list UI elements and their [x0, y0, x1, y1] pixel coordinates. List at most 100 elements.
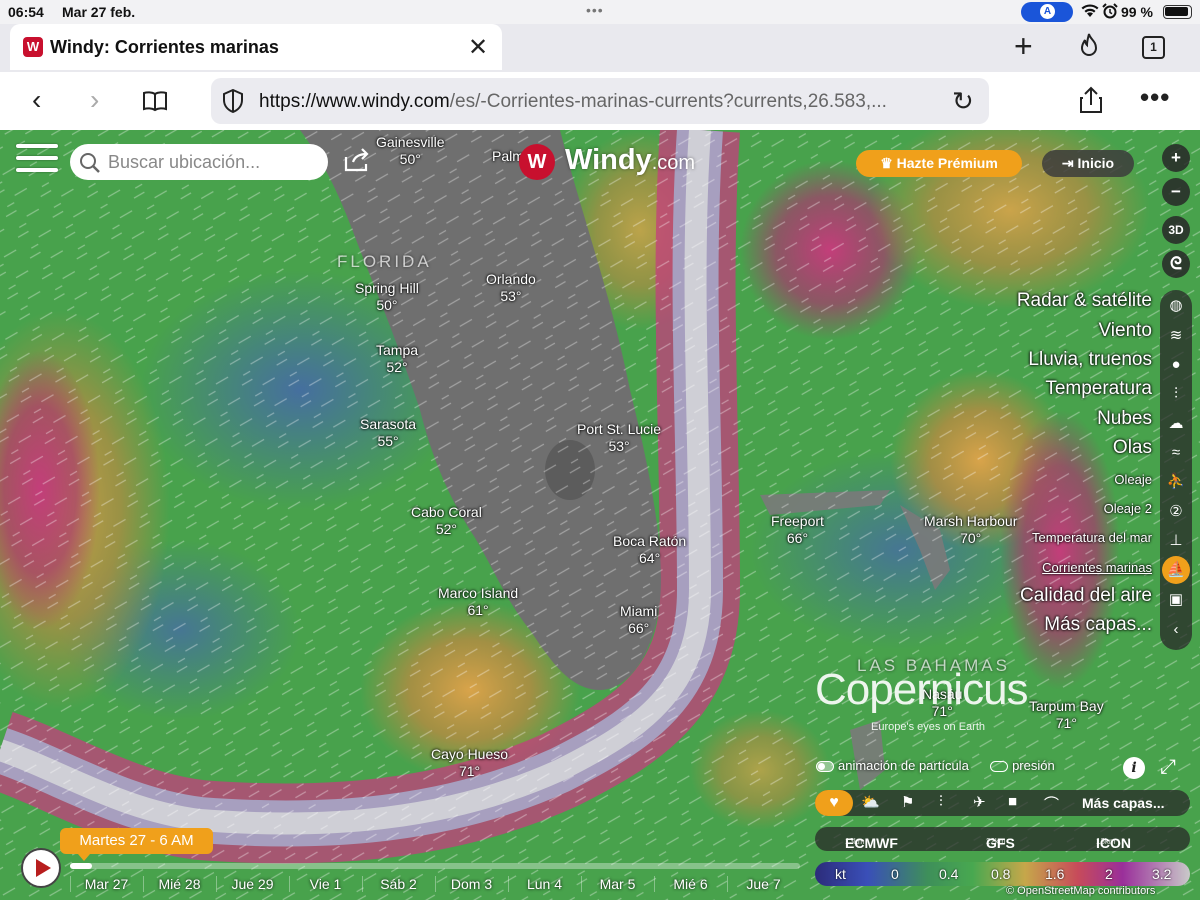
layer-label[interactable]: Más capas...: [1044, 614, 1152, 636]
flag-icon[interactable]: ⚑: [901, 793, 914, 811]
reload-icon[interactable]: ↻: [952, 86, 974, 117]
osm-attribution[interactable]: © OpenStreetMap contributors: [1006, 885, 1155, 897]
info-button[interactable]: i: [1123, 757, 1145, 779]
premium-button[interactable]: ♛ Hazte Prémium: [856, 150, 1022, 177]
city-label[interactable]: Cayo Hueso 71°: [431, 746, 508, 780]
sea-temperature-icon[interactable]: ⊥: [1162, 528, 1190, 554]
favorites-heart-icon[interactable]: ♥: [815, 790, 853, 816]
city-label[interactable]: Boca Ratón 64°: [613, 533, 686, 567]
map-view[interactable]: FLORIDA LAS BAHAMAS Gainesville 50° Palm …: [0, 130, 1200, 900]
swell-2-icon[interactable]: ②: [1162, 499, 1190, 525]
more-options-icon[interactable]: •••: [1140, 82, 1170, 113]
layer-label[interactable]: Calidad del aire: [1020, 585, 1152, 607]
tab-switcher-button[interactable]: 1: [1142, 36, 1165, 59]
color-legend[interactable]: kt 0 0.4 0.8 1.6 2 3.2: [815, 862, 1190, 886]
cloud-icon[interactable]: ☁: [1162, 411, 1190, 437]
timeline-day[interactable]: Jue 29: [216, 876, 288, 892]
browser-tab[interactable]: W Windy: Corrientes marinas ✕: [10, 24, 502, 70]
radiosonde-icon[interactable]: ⌒: [1044, 793, 1059, 814]
currents-icon[interactable]: ⛵: [1162, 556, 1190, 584]
timeline-day[interactable]: Lun 4: [508, 876, 580, 892]
3d-button[interactable]: 3D: [1162, 216, 1190, 244]
swimmer-icon[interactable]: ⛹: [1162, 469, 1190, 495]
city-label[interactable]: Marsh Harbour 70°: [924, 513, 1017, 547]
city-label[interactable]: Tarpum Bay 71°: [1029, 698, 1104, 732]
timeline-day[interactable]: Mié 28: [143, 876, 215, 892]
timeline-day[interactable]: Jue 7: [727, 876, 799, 892]
fullscreen-icon[interactable]: ⤢: [1160, 756, 1176, 779]
new-tab-icon[interactable]: +: [1014, 28, 1033, 65]
layer-label[interactable]: Viento: [1098, 320, 1152, 342]
weather-icon[interactable]: ⛅: [861, 793, 880, 811]
layer-label[interactable]: Temperatura: [1045, 378, 1152, 400]
search-placeholder: Buscar ubicación...: [108, 152, 261, 172]
wind-icon[interactable]: ≋: [1162, 323, 1190, 349]
layer-label[interactable]: Lluvia, truenos: [1028, 349, 1152, 371]
model-ecmwf[interactable]: ECMWF 13km: [845, 831, 898, 851]
close-tab-icon[interactable]: ✕: [468, 33, 488, 62]
chevron-left-icon[interactable]: ‹: [1162, 617, 1190, 643]
back-icon[interactable]: ‹: [32, 84, 41, 116]
url-text: https://www.windy.com/es/-Corrientes-mar…: [259, 91, 949, 113]
thermometer-icon[interactable]: ⫶: [939, 793, 943, 810]
timeline-day[interactable]: Vie 1: [289, 876, 361, 892]
menu-icon[interactable]: [16, 144, 58, 178]
thermometer-icon[interactable]: ⫶: [1162, 381, 1190, 407]
url-field[interactable]: https://www.windy.com/es/-Corrientes-mar…: [211, 78, 989, 124]
city-label[interactable]: Marco Island 61°: [438, 585, 518, 619]
multitasking-dots-icon[interactable]: •••: [586, 2, 604, 18]
share-map-icon[interactable]: [343, 148, 371, 172]
timeline-day[interactable]: Mié 6: [654, 876, 726, 892]
city-label[interactable]: Freeport 66°: [771, 513, 824, 547]
forward-icon[interactable]: ›: [90, 84, 99, 116]
login-button[interactable]: ⇥ Inicio: [1042, 150, 1134, 177]
bookmarks-icon[interactable]: [142, 90, 168, 112]
flame-icon[interactable]: [1078, 33, 1100, 59]
layer-label[interactable]: Temperatura del mar: [1032, 530, 1152, 545]
layer-label[interactable]: Olas: [1113, 437, 1152, 459]
timeline-day[interactable]: Mar 27: [70, 876, 142, 892]
layer-label[interactable]: Nubes: [1097, 408, 1152, 430]
city-label[interactable]: Cabo Coral 52°: [411, 504, 482, 538]
timeline-day[interactable]: Sáb 2: [362, 876, 434, 892]
region-label-florida: FLORIDA: [337, 252, 432, 271]
currents-map-canvas[interactable]: [0, 130, 1200, 900]
more-layers-button[interactable]: Más capas...: [1082, 795, 1165, 811]
zoom-in-button[interactable]: +: [1162, 144, 1190, 172]
tab-bar: W Windy: Corrientes marinas ✕ + 1: [0, 24, 1200, 72]
layer-label[interactable]: Oleaje 2: [1104, 501, 1152, 516]
rain-drop-icon[interactable]: ●: [1162, 352, 1190, 378]
city-label[interactable]: Orlando 53°: [486, 271, 536, 305]
layer-label[interactable]: Radar & satélite: [1017, 290, 1152, 312]
current-time-bubble[interactable]: Martes 27 - 6 AM: [60, 828, 213, 861]
particles-toggle[interactable]: [816, 761, 834, 773]
timeline[interactable]: Mar 27 Mié 28 Jue 29 Vie 1 Sáb 2 Dom 3 Lun 4 Ma…: [70, 863, 800, 900]
city-label[interactable]: Gainesville 50°: [376, 134, 444, 168]
timeline-track[interactable]: [70, 863, 800, 869]
city-label[interactable]: Tampa 52°: [376, 342, 418, 376]
car-icon[interactable]: ▣: [1162, 587, 1190, 613]
play-button[interactable]: [21, 848, 61, 888]
timeline-day[interactable]: Dom 3: [435, 876, 507, 892]
city-label[interactable]: Miami 66°: [620, 603, 657, 637]
airplane-icon[interactable]: ✈: [973, 793, 986, 811]
timeline-day[interactable]: Mar 5: [581, 876, 653, 892]
waves-icon[interactable]: ≈: [1162, 440, 1190, 466]
webcam-icon[interactable]: ■: [1008, 793, 1017, 810]
zoom-out-button[interactable]: −: [1162, 178, 1190, 206]
share-icon[interactable]: [1078, 86, 1104, 114]
hurricane-icon[interactable]: ᘓ: [1162, 250, 1190, 278]
pressure-toggle[interactable]: [990, 761, 1009, 773]
pressure-toggle-label[interactable]: presión: [1012, 758, 1055, 773]
globe-icon[interactable]: ◍: [1162, 293, 1190, 319]
layer-label[interactable]: Oleaje: [1114, 472, 1152, 487]
city-label[interactable]: Port St. Lucie 53°: [577, 421, 661, 455]
location-badge: A: [1021, 2, 1073, 22]
layer-label[interactable]: Corrientes marinas: [1042, 560, 1152, 575]
model-gfs[interactable]: GFS 22km: [986, 831, 1015, 851]
search-input[interactable]: Buscar ubicación...: [70, 144, 328, 180]
particles-toggle-label[interactable]: animación de partícula: [838, 758, 969, 773]
city-label[interactable]: Sarasota 55°: [360, 416, 416, 450]
model-icon[interactable]: ICON 13km: [1096, 831, 1131, 851]
city-label[interactable]: Spring Hill 50°: [355, 280, 419, 314]
